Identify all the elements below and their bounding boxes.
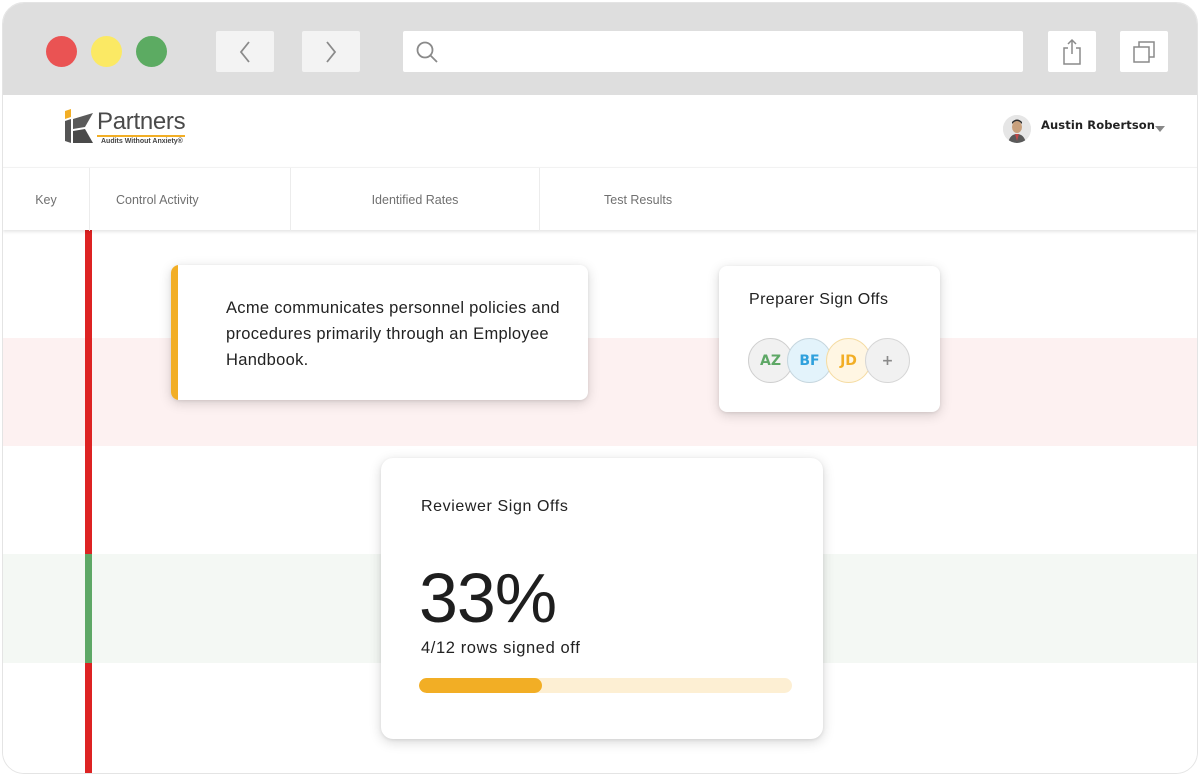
control-activity-text: Acme communicates personnel policies and… <box>226 299 560 369</box>
card-accent-bar <box>171 265 178 400</box>
browser-window: Partners Audits Without Anxiety® Austin … <box>2 2 1198 774</box>
status-key-bar <box>85 663 92 773</box>
app-header: Partners Audits Without Anxiety® Austin … <box>3 95 1197 167</box>
column-label: Test Results <box>604 192 673 207</box>
signoff-percentage: 33% <box>419 559 557 637</box>
card-title: Preparer Sign Offs <box>749 291 889 308</box>
column-header-control-activity[interactable]: Control Activity <box>90 168 291 231</box>
progress-fill <box>419 678 543 693</box>
signoff-count: 4/12 rows signed off <box>421 639 581 657</box>
add-signer-button[interactable]: + <box>865 338 910 383</box>
user-menu[interactable]: Austin Robertson <box>1003 115 1165 143</box>
column-header-test-results[interactable]: Test Results <box>540 168 1197 231</box>
card-title: Reviewer Sign Offs <box>421 498 569 515</box>
address-bar[interactable] <box>403 31 1023 72</box>
user-name: Austin Robertson <box>1041 118 1156 132</box>
chevron-right-icon <box>326 40 337 63</box>
status-key-bar <box>85 446 92 554</box>
logo-tagline: Audits Without Anxiety® <box>101 138 183 145</box>
column-label: Key <box>35 192 57 207</box>
column-label: Control Activity <box>116 192 199 207</box>
control-activity-card[interactable]: Acme communicates personnel policies and… <box>171 265 588 400</box>
column-header-identified-rates[interactable]: Identified Rates <box>291 168 540 231</box>
user-avatar[interactable] <box>1003 115 1031 143</box>
signoff-progress-bar <box>419 678 792 693</box>
company-logo[interactable]: Partners Audits Without Anxiety® <box>63 108 186 145</box>
forward-button[interactable] <box>302 31 360 72</box>
address-input[interactable] <box>449 31 1023 72</box>
share-icon <box>1063 38 1081 65</box>
status-key-bar <box>85 230 92 338</box>
browser-toolbar <box>3 3 1197 95</box>
reviewer-sign-offs-card: Reviewer Sign Offs 33% 4/12 rows signed … <box>381 458 823 739</box>
column-header-key[interactable]: Key <box>3 168 90 231</box>
tabs-button[interactable] <box>1120 31 1168 72</box>
close-window-button[interactable] <box>46 36 77 67</box>
preparer-sign-offs-card: Preparer Sign Offs AZ BF JD + <box>719 266 940 412</box>
logo-mark-icon <box>65 109 93 143</box>
search-icon <box>416 41 438 63</box>
share-button[interactable] <box>1048 31 1096 72</box>
status-key-bar <box>85 338 92 446</box>
caret-down-icon[interactable] <box>1155 126 1165 132</box>
status-key-bar <box>85 554 92 663</box>
tabs-icon <box>1133 40 1155 63</box>
chevron-left-icon <box>239 40 250 63</box>
logo-wordmark: Partners <box>97 108 186 137</box>
table-header: Key Control Activity Identified Rates Te… <box>3 167 1197 231</box>
back-button[interactable] <box>216 31 274 72</box>
column-label: Identified Rates <box>371 192 459 207</box>
person-avatar-icon <box>1003 115 1031 143</box>
minimize-window-button[interactable] <box>91 36 122 67</box>
maximize-window-button[interactable] <box>136 36 167 67</box>
